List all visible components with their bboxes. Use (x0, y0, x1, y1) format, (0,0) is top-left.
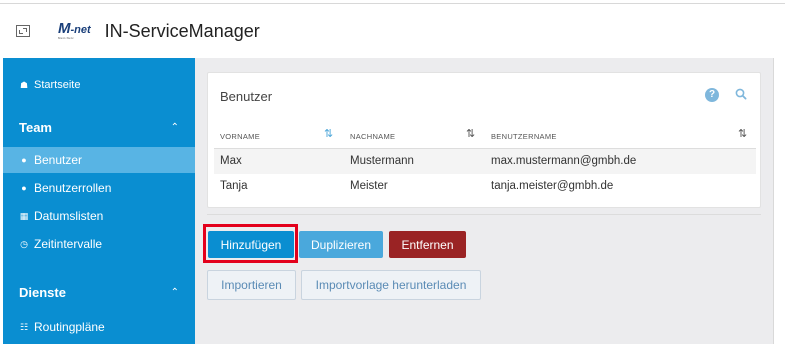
add-button-highlight (203, 224, 298, 263)
import-button[interactable]: Importieren (207, 270, 296, 300)
sidebar-section-team[interactable]: Team ⌃ (3, 115, 195, 139)
sort-ascending-icon[interactable]: ⇅ (324, 127, 333, 140)
clock-icon: ◷ (20, 238, 28, 249)
sidebar-item-label: Benutzer (34, 153, 83, 167)
benutzer-panel: Benutzer ? VORNAME ⇅ NACHNAME ⇅ BENUTZER… (207, 72, 761, 208)
section-label: Dienste (19, 284, 66, 300)
sidebar-item-label: Routingpläne (34, 320, 105, 334)
search-icon[interactable] (734, 87, 748, 101)
home-icon: ☗ (19, 79, 29, 90)
sidebar-item-label: Benutzerrollen (34, 181, 112, 195)
cell-vorname: Max (220, 155, 242, 167)
cell-nachname: Mustermann (350, 155, 414, 167)
download-template-button[interactable]: Importvorlage herunterladen (301, 270, 481, 300)
cell-benutzername: max.mustermann@gmbh.de (491, 155, 637, 167)
app-header: M-net Mein Netz IN-ServiceManager (0, 4, 785, 58)
duplicate-button[interactable]: Duplizieren (299, 231, 383, 258)
user-icon: ● (21, 155, 27, 165)
panel-divider (207, 209, 761, 215)
cell-vorname: Tanja (220, 180, 248, 192)
sidebar-item-zeitintervalle[interactable]: ◷ Zeitintervalle (3, 233, 195, 255)
sidebar-item-startseite[interactable]: ☗ Startseite (3, 77, 195, 93)
column-header-vorname[interactable]: VORNAME (220, 132, 260, 141)
sitemap-icon: ☷ (19, 321, 29, 332)
sort-icon[interactable]: ⇅ (738, 127, 747, 140)
sidebar: ☗ Startseite Team ⌃ ● Benutzer ● Benutze… (3, 58, 195, 344)
sidebar-section-dienste[interactable]: Dienste ⌃ (3, 280, 195, 304)
right-gutter (773, 58, 785, 344)
mnet-logo: M-net Mein Netz (58, 19, 91, 40)
sidebar-item-routingplaene[interactable]: ☷ Routingpläne (3, 316, 195, 338)
column-header-nachname[interactable]: NACHNAME (350, 132, 395, 141)
table-row[interactable]: Max Mustermann max.mustermann@gmbh.de (214, 149, 756, 174)
sidebar-item-datumslisten[interactable]: ▦ Datumslisten (3, 205, 195, 227)
table-header: VORNAME ⇅ NACHNAME ⇅ BENUTZERNAME ⇅ (214, 121, 756, 149)
sidebar-item-label: Datumslisten (34, 209, 104, 223)
user-table: VORNAME ⇅ NACHNAME ⇅ BENUTZERNAME ⇅ Max … (214, 121, 756, 199)
app-title: IN-ServiceManager (104, 20, 260, 41)
chevron-up-icon[interactable]: ⌃ (171, 287, 179, 298)
sidebar-item-label: Startseite (34, 79, 81, 91)
users-roles-icon: ● (21, 183, 27, 193)
cell-nachname: Meister (350, 180, 388, 192)
main-content: Benutzer ? VORNAME ⇅ NACHNAME ⇅ BENUTZER… (195, 58, 773, 344)
remove-button[interactable]: Entfernen (389, 231, 466, 258)
column-header-benutzername[interactable]: BENUTZERNAME (491, 132, 557, 141)
section-label: Team (19, 119, 52, 135)
cell-benutzername: tanja.meister@gmbh.de (491, 180, 614, 192)
sort-icon[interactable]: ⇅ (466, 127, 475, 140)
panel-title: Benutzer (220, 89, 273, 104)
question-circle-icon[interactable]: ? (705, 88, 719, 102)
chevron-up-icon[interactable]: ⌃ (171, 122, 179, 133)
sidebar-item-benutzer[interactable]: ● Benutzer (3, 147, 195, 173)
table-row[interactable]: Tanja Meister tanja.meister@gmbh.de (214, 174, 756, 199)
window-resize-icon[interactable] (16, 25, 30, 37)
sidebar-item-label: Zeitintervalle (34, 237, 103, 251)
sidebar-item-benutzerrollen[interactable]: ● Benutzerrollen (3, 177, 195, 199)
calendar-icon: ▦ (19, 210, 29, 221)
